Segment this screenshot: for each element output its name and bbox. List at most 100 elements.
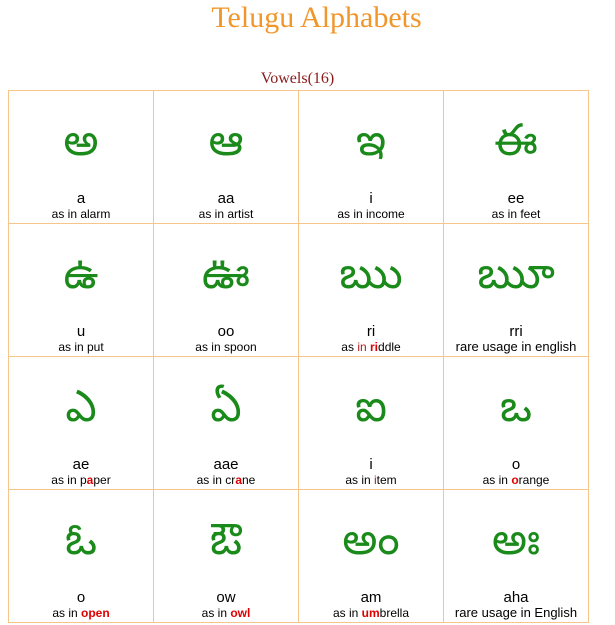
vowel-cell: ఔ ow as in owl: [153, 489, 299, 623]
table-row: అ a as in alarm ఆ aa as in artist ఇ i as in inco…: [8, 90, 589, 224]
telugu-letter: ఔ: [209, 514, 243, 565]
transliteration: rri: [509, 323, 523, 340]
example-text: as: [341, 340, 358, 354]
example-text-end: ne: [242, 473, 256, 487]
pronunciation-example: as in orange: [444, 473, 588, 487]
example-text: rare usage in english: [455, 339, 577, 354]
transliteration: o: [511, 456, 521, 473]
pronunciation-example: as in artist: [154, 207, 298, 221]
pronunciation-example: as in open: [9, 606, 153, 620]
telugu-letter: అ: [63, 115, 99, 166]
vowels-table: అ a as in alarm ఆ aa as in artist ఇ i as in inco…: [8, 90, 589, 623]
example-highlight: owl: [230, 606, 251, 620]
example-text-end: range: [518, 473, 550, 487]
pronunciation-example: as in put: [9, 340, 153, 354]
example-text: as in feet: [491, 207, 541, 221]
transliteration: oo: [217, 323, 235, 340]
table-row: ఉ u as in put ఊ oo as in spoon ఋ ri as in riddle…: [8, 223, 589, 357]
transliteration: i: [369, 456, 373, 473]
vowel-cell: ౠ rri rare usage in english: [443, 223, 589, 357]
example-text: as in: [201, 606, 231, 620]
example-text: as in put: [58, 340, 104, 354]
example-text: as in alarm: [51, 207, 111, 221]
example-text: rare usage in English: [454, 605, 578, 620]
pronunciation-example: rare usage in English: [444, 606, 588, 620]
telugu-letter: ఉ: [63, 248, 99, 299]
example-text: as in cr: [196, 473, 236, 487]
pronunciation-example: as in paper: [9, 473, 153, 487]
vowel-cell: ఆ aa as in artist: [153, 90, 299, 224]
example-text-end: tem: [376, 473, 397, 487]
example-highlight: a: [235, 473, 242, 487]
example-text-end: per: [93, 473, 111, 487]
telugu-letter: ఏ: [210, 381, 242, 432]
transliteration: ow: [216, 589, 236, 606]
vowel-cell: ఒ o as in orange: [443, 356, 589, 490]
vowel-cell: ఉ u as in put: [8, 223, 154, 357]
transliteration: aa: [217, 190, 235, 207]
pronunciation-example: as in spoon: [154, 340, 298, 354]
telugu-letter: ఆ: [208, 115, 244, 166]
transliteration: o: [76, 589, 86, 606]
example-highlight: open: [81, 606, 110, 620]
example-text: as in: [52, 606, 81, 620]
table-row: ఓ o as in open ఔ ow as in owl అం am as in umbrel…: [8, 489, 589, 623]
vowel-cell: ఈ ee as in feet: [443, 90, 589, 224]
example-text: as in: [482, 473, 512, 487]
example-text: as in spoon: [195, 340, 257, 354]
pronunciation-example: rare usage in english: [444, 340, 588, 354]
example-text: as in artist: [198, 207, 254, 221]
example-text: as in: [332, 606, 362, 620]
pronunciation-example: as in umbrella: [299, 606, 443, 620]
vowel-cell: ఇ i as in income: [298, 90, 444, 224]
example-highlight: ri: [370, 340, 379, 354]
pronunciation-example: as in feet: [444, 207, 588, 221]
example-highlight: o: [511, 473, 519, 487]
transliteration: i: [369, 190, 373, 207]
example-highlight: um: [361, 606, 380, 620]
table-row: ఎ ae as in paper ఏ aae as in crane ఐ i as in ite…: [8, 356, 589, 490]
pronunciation-example: as in riddle: [299, 340, 443, 354]
example-text-end: ddle: [378, 340, 401, 354]
vowel-cell: ఊ oo as in spoon: [153, 223, 299, 357]
telugu-letter: ౠ: [477, 248, 555, 299]
pronunciation-example: as in item: [299, 473, 443, 487]
pronunciation-example: as in crane: [154, 473, 298, 487]
telugu-letter: ఐ: [355, 381, 387, 432]
transliteration: ae: [72, 456, 90, 473]
transliteration: aae: [213, 456, 239, 473]
transliteration: aha: [503, 589, 529, 606]
telugu-letter: ఒ: [499, 381, 533, 432]
vowel-cell: అ a as in alarm: [8, 90, 154, 224]
telugu-letter: ఎ: [65, 381, 97, 432]
telugu-letter: అం: [342, 514, 400, 565]
example-text: as in: [345, 473, 374, 487]
vowel-cell: అం am as in umbrella: [298, 489, 444, 623]
telugu-letter: ఇ: [355, 115, 387, 166]
vowel-cell: అః aha rare usage in English: [443, 489, 589, 623]
example-emphasis: in: [357, 340, 370, 354]
transliteration: u: [76, 323, 86, 340]
telugu-letter: ఈ: [494, 115, 538, 166]
transliteration: ee: [507, 190, 525, 207]
transliteration: am: [360, 589, 382, 606]
vowel-cell: ఓ o as in open: [8, 489, 154, 623]
telugu-letter: ఋ: [339, 248, 403, 299]
example-text-end: brella: [379, 606, 410, 620]
telugu-letter: అః: [491, 514, 541, 565]
example-text: as in income: [337, 207, 405, 221]
section-subtitle: Vowels(16): [260, 70, 335, 87]
vowel-cell: ఐ i as in item: [298, 356, 444, 490]
pronunciation-example: as in income: [299, 207, 443, 221]
vowel-cell: ఏ aae as in crane: [153, 356, 299, 490]
example-text: as in p: [51, 473, 87, 487]
telugu-letter: ఊ: [201, 248, 251, 299]
telugu-letter: ఓ: [64, 514, 98, 565]
transliteration: ri: [366, 323, 376, 340]
vowel-cell: ఋ ri as in riddle: [298, 223, 444, 357]
vowel-cell: ఎ ae as in paper: [8, 356, 154, 490]
pronunciation-example: as in alarm: [9, 207, 153, 221]
transliteration: a: [76, 190, 86, 207]
page-title: Telugu Alphabets: [211, 1, 422, 34]
pronunciation-example: as in owl: [154, 606, 298, 620]
